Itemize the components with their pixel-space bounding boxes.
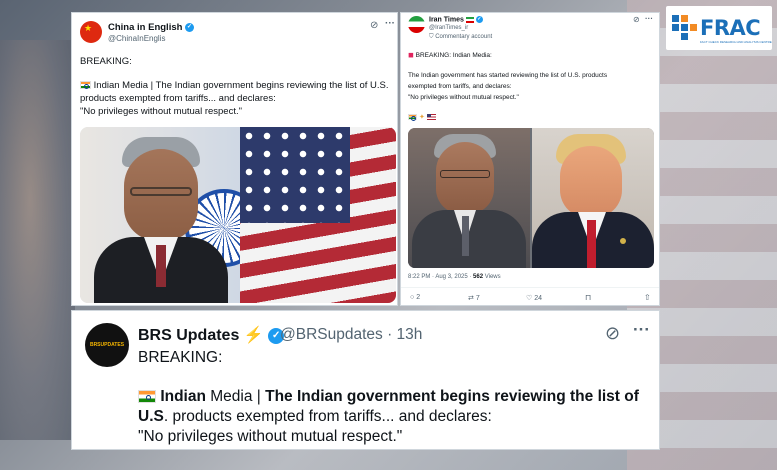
lightning-icon: ⚡ [243, 327, 264, 344]
tweet-text-line: Indian Media | The Indian government beg… [80, 80, 389, 91]
more-icon[interactable]: ··· [385, 18, 395, 29]
tweet-text-segment: U.S [138, 408, 164, 425]
shield-icon: ⛉ [429, 34, 434, 40]
share-icon: ⇧ [644, 293, 651, 302]
tweet-text-line: "No privileges without mutual respect." [408, 94, 519, 101]
timestamp[interactable]: 8:22 PM · Aug 3, 2025 · 562 Views [408, 274, 501, 280]
tweet-text-line: "No privileges without mutual respect." [80, 106, 242, 117]
author-name-text: BRS Updates [138, 327, 240, 344]
share-button[interactable]: ⇧ [644, 293, 651, 302]
tweet-text-line: "No privileges without mutual respect." [138, 428, 403, 445]
tweet-text-line: ◼ BREAKING: Indian Media: [408, 51, 492, 59]
author-handle[interactable]: @BRSupdates · 13h [280, 326, 422, 344]
views-count: 562 [473, 274, 484, 280]
views-label: Views [483, 274, 501, 280]
person-photo-left [408, 128, 530, 268]
repost-button[interactable]: ⇄ 7 [468, 294, 480, 302]
tweet-text-segment: . products exempted from tariffs... and … [163, 408, 492, 425]
author-handle[interactable]: @IranTimes_ir [429, 25, 468, 31]
frac-logo: FRAC FACT CHECK RESEARCH AND ANALYSIS CE… [666, 6, 772, 50]
author-name-text: China in English [108, 22, 183, 33]
account-label-text: Commentary account [435, 34, 493, 40]
like-count: 24 [534, 295, 543, 302]
reply-button[interactable]: ○ 2 [410, 294, 420, 301]
tweet-text-segment: Media | [205, 388, 266, 405]
frac-mark-icon [672, 13, 698, 43]
avatar-text: BRSUPDATES [89, 342, 125, 348]
tweet-text-segment: Indian [160, 388, 206, 405]
author-name[interactable]: BRS Updates ⚡ ✓ [138, 325, 285, 345]
grok-icon[interactable]: ⊘ [633, 15, 640, 24]
tweet-text-segment: BREAKING: Indian Media: [415, 52, 492, 59]
tweet-time[interactable]: 13h [397, 326, 423, 343]
divider [401, 287, 659, 288]
author-handle-text: @BRSupdates [280, 326, 383, 343]
bookmark-icon: ⊓ [585, 293, 592, 302]
tweet-text-line: Indian Media | The Indian government beg… [138, 388, 639, 406]
verified-icon: ✓ [475, 16, 483, 23]
more-icon[interactable]: ··· [633, 320, 650, 340]
tweet-text-line: exempted from tariffs, and declares: [408, 83, 512, 90]
tweet-image[interactable] [408, 128, 654, 268]
tweet-image[interactable] [80, 127, 396, 303]
grok-icon[interactable]: ⊘ [370, 20, 378, 31]
tweet-text-line: U.S. products exempted from tariffs... a… [138, 408, 492, 426]
tweet-text-segment: Indian Media | The Indian government beg… [93, 80, 389, 91]
india-flag-icon [80, 81, 91, 90]
tweet-text-line: The Indian government has started review… [408, 72, 608, 79]
reply-count: 2 [416, 294, 421, 301]
timestamp-text: 8:22 PM · Aug 3, 2025 · [408, 274, 474, 280]
tweet-text-line: BREAKING: [80, 56, 132, 67]
india-flag-icon [138, 390, 156, 404]
avatar[interactable] [408, 16, 425, 33]
iran-flag-icon [465, 16, 474, 23]
author-name-text: Iran Times [429, 16, 464, 24]
tweet-text-line: products exempted from tariffs... and de… [80, 93, 276, 104]
repost-count: 7 [475, 295, 480, 302]
heart-icon: ♡ [526, 295, 533, 302]
account-label: ⛉ Commentary account [429, 34, 492, 41]
handshake-icon: ✦ [418, 114, 425, 121]
background-photo [0, 40, 75, 440]
frac-logo-tagline: FACT CHECK RESEARCH AND ANALYSIS CENTRE [700, 40, 772, 44]
repost-icon: ⇄ [468, 295, 474, 302]
author-name[interactable]: China in English ✓ [108, 22, 195, 33]
author-name[interactable]: Iran Times ✓ [429, 16, 483, 23]
frac-logo-text: FRAC [700, 15, 761, 40]
person-photo-right [532, 128, 654, 268]
us-flag-icon [426, 114, 436, 121]
india-flag-icon [408, 114, 417, 121]
tweet-card-brs[interactable]: BRSUPDATES BRS Updates ⚡ ✓ @BRSupdates ·… [71, 310, 660, 450]
tweet-text-line: BREAKING: [138, 349, 223, 366]
emoji-row: ✦ [408, 113, 436, 121]
separator: · [382, 326, 397, 343]
tweet-text-segment: The Indian government begins reviewing t… [265, 388, 639, 405]
author-handle[interactable]: @ChinaInEnglis [108, 34, 165, 43]
grok-icon[interactable]: ⊘ [605, 323, 620, 344]
siren-icon: ◼ [408, 52, 414, 59]
us-flag-canton [240, 127, 350, 223]
avatar[interactable] [80, 21, 102, 43]
verified-icon: ✓ [185, 22, 195, 32]
more-icon[interactable]: ··· [645, 14, 653, 23]
person-photo [94, 137, 228, 303]
like-button[interactable]: ♡ 24 [526, 294, 542, 302]
avatar[interactable]: BRSUPDATES [85, 323, 129, 367]
tweet-card-iran[interactable]: Iran Times ✓ @IranTimes_ir ⛉ Commentary … [400, 12, 660, 306]
tweet-card-china[interactable]: China in English ✓ @ChinaInEnglis ⊘ ··· … [71, 12, 398, 306]
bookmark-button[interactable]: ⊓ [585, 293, 591, 302]
reply-icon: ○ [410, 294, 415, 301]
